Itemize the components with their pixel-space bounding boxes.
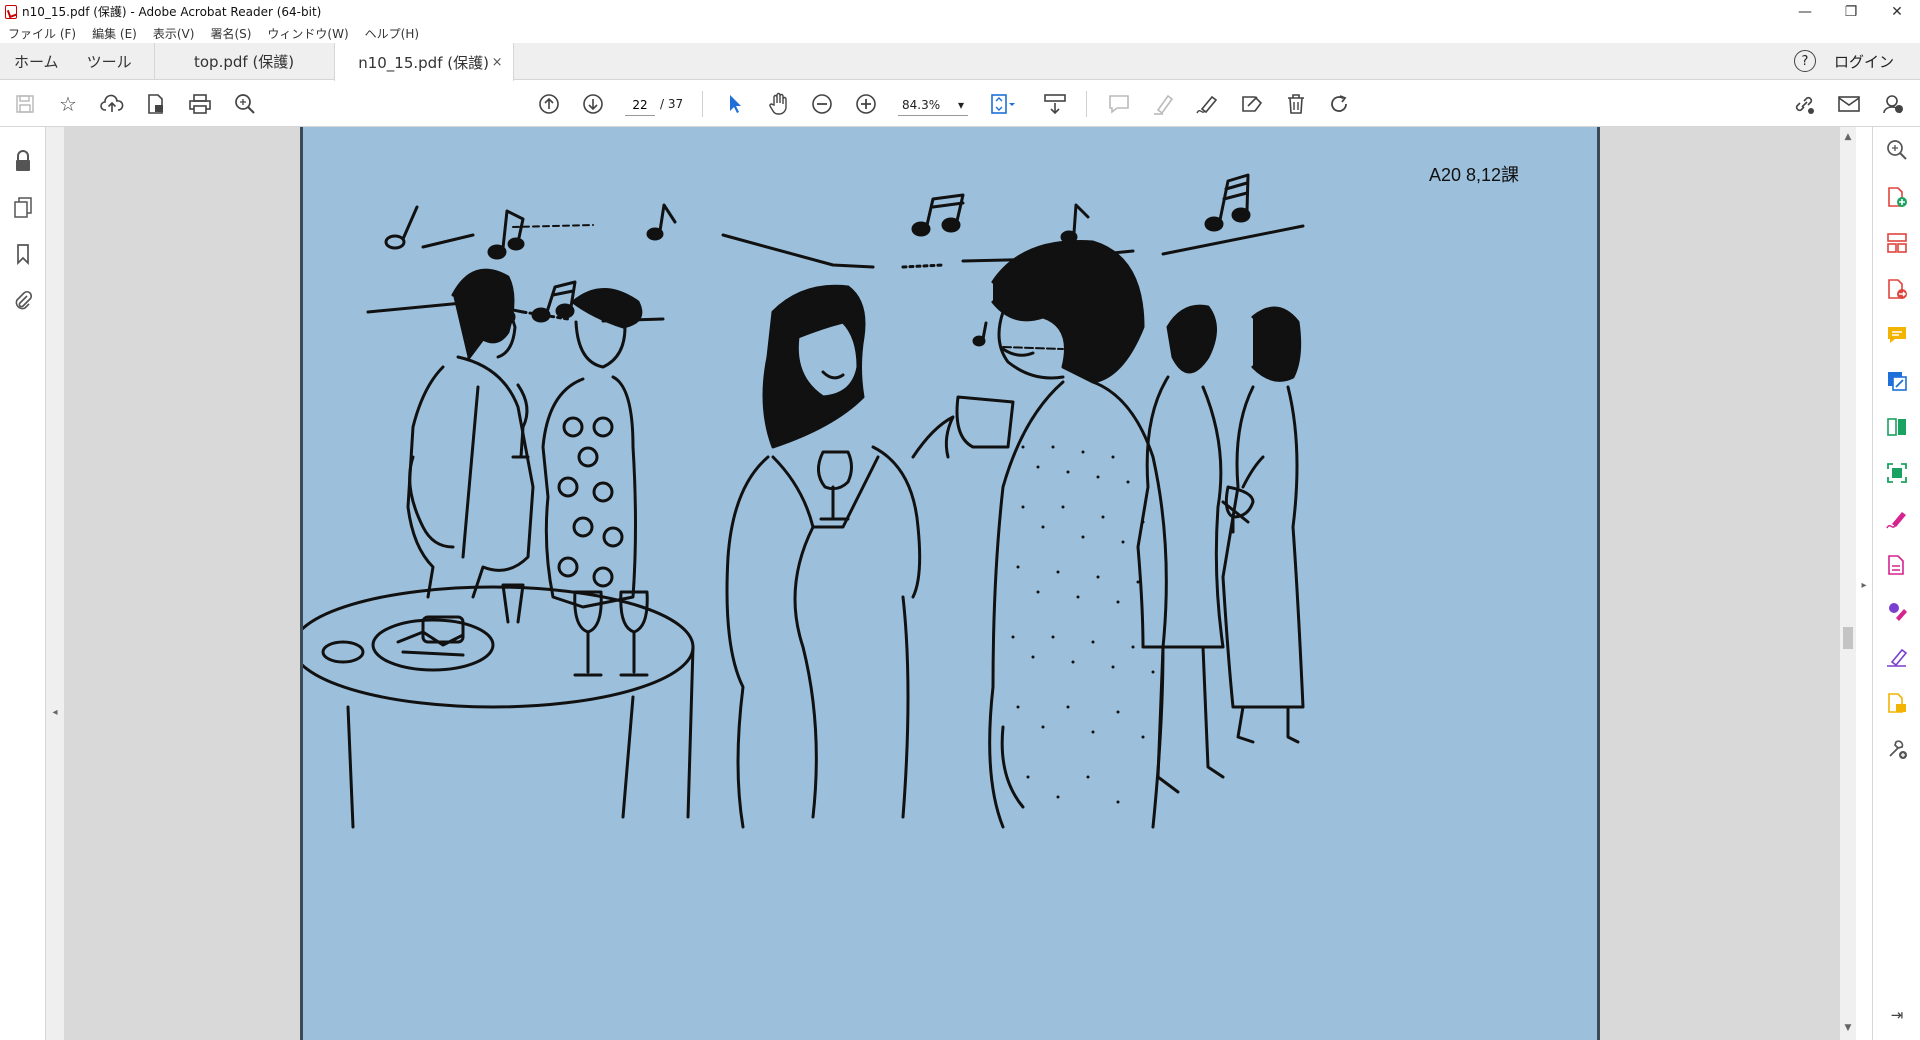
pages-icon[interactable] [11,195,35,219]
zoom-dropdown[interactable]: 84.3% ▾ [898,94,968,116]
toolbar: ☆ / 37 84.3% ▾ [0,81,1920,127]
expand-left-panel-icon[interactable]: ◂ [48,702,62,722]
menu-bar: ファイル (F) 編集 (E) 表示(V) 署名(S) ウィンドウ(W) ヘルプ… [0,23,1920,43]
tab-document-current[interactable]: n10_15.pdf (保護) × [333,43,514,81]
hand-icon[interactable] [766,92,792,116]
file-lock-icon[interactable] [143,92,169,116]
page-down-icon[interactable] [580,92,606,116]
request-signature-icon[interactable] [1885,599,1909,623]
mail-icon[interactable] [1836,92,1862,116]
print-icon[interactable] [187,92,213,116]
menu-view[interactable]: 表示(V) [145,25,203,42]
send-review-icon[interactable] [1885,691,1909,715]
close-window-button[interactable]: ✕ [1874,0,1920,23]
pdf-page: A20 8,12課 [300,127,1600,1040]
tab-document-top[interactable]: top.pdf (保護) [153,43,334,79]
sign-icon[interactable] [1195,92,1221,116]
account-icon[interactable] [1880,92,1906,116]
scroll-down-icon[interactable]: ▼ [1840,1020,1856,1036]
tab-document-label: top.pdf (保護) [194,52,295,71]
fit-page-icon[interactable] [990,92,1016,116]
more-tools-icon[interactable] [1885,737,1909,761]
upload-cloud-icon[interactable] [99,92,125,116]
menu-window[interactable]: ウィンドウ(W) [259,25,356,42]
login-button[interactable]: ログイン [1834,43,1920,79]
expand-right-panel-icon[interactable]: ▸ [1857,575,1871,595]
comment-tool-icon[interactable] [1885,323,1909,347]
scroll-thumb[interactable] [1843,627,1853,649]
minimize-button[interactable]: — [1782,0,1828,23]
lock-icon[interactable] [11,149,35,173]
export-pdf-icon[interactable] [1885,277,1909,301]
highlight-icon[interactable] [1151,92,1177,116]
zoom-value: 84.3% [902,97,941,112]
restore-button[interactable]: ❐ [1828,0,1874,23]
menu-help[interactable]: ヘルプ(H) [357,25,427,42]
title-bar: n10_15.pdf (保護) - Adobe Acrobat Reader (… [0,0,1920,23]
comment-icon[interactable] [1106,92,1132,116]
scan-ocr-icon[interactable] [1885,461,1909,485]
fill-sign-icon[interactable] [1885,507,1909,531]
find-icon[interactable] [232,92,258,116]
left-panel-collapse-strip: ◂ [46,127,64,1040]
delete-icon[interactable] [1283,92,1309,116]
scroll-up-icon[interactable]: ▲ [1840,129,1856,145]
chevron-down-icon: ▾ [957,97,964,112]
page-number-input[interactable] [625,94,655,116]
page-total: / 37 [660,97,684,111]
left-navigation-pane [0,127,46,1040]
vertical-scrollbar[interactable]: ▲ ▼ [1840,127,1856,1040]
tab-bar: ホーム ツール top.pdf (保護) n10_15.pdf (保護) × ?… [0,43,1920,81]
rotate-icon[interactable] [1327,92,1353,116]
stamp-icon[interactable] [1239,92,1265,116]
certificate-icon[interactable] [1885,645,1909,669]
menu-edit[interactable]: 編集 (E) [84,25,145,42]
organize-pages-icon[interactable] [1885,231,1909,255]
compare-icon[interactable] [1885,415,1909,439]
zoom-out-icon[interactable] [809,92,835,116]
share-link-icon[interactable] [1791,92,1817,116]
window-title: n10_15.pdf (保護) - Adobe Acrobat Reader (… [22,5,322,19]
zoom-search-icon[interactable] [1885,138,1909,162]
menu-sign[interactable]: 署名(S) [202,25,259,42]
create-pdf-icon[interactable] [1885,185,1909,209]
tab-home[interactable]: ホーム [0,43,73,79]
page-up-icon[interactable] [536,92,562,116]
attachments-icon[interactable] [11,287,35,311]
collapse-tools-pane-icon[interactable]: ⇥ [1885,1003,1909,1027]
party-illustration [303,173,1305,829]
acrobat-app-icon [5,4,17,19]
protect-icon[interactable] [1885,553,1909,577]
menu-file[interactable]: ファイル (F) [0,25,84,42]
save-icon[interactable] [12,92,38,116]
close-tab-icon[interactable]: × [492,55,503,70]
tab-document-label: n10_15.pdf (保護) [358,53,489,72]
right-tools-pane: ⇥ [1872,127,1920,1040]
help-icon[interactable]: ? [1793,50,1816,72]
select-cursor-icon[interactable] [722,92,748,116]
tab-tools[interactable]: ツール [73,43,146,79]
scroll-mode-icon[interactable] [1042,92,1068,116]
zoom-in-icon[interactable] [853,92,879,116]
bookmark-star-icon[interactable]: ☆ [55,92,81,116]
bookmarks-icon[interactable] [11,242,35,266]
edit-pdf-icon[interactable] [1885,369,1909,393]
